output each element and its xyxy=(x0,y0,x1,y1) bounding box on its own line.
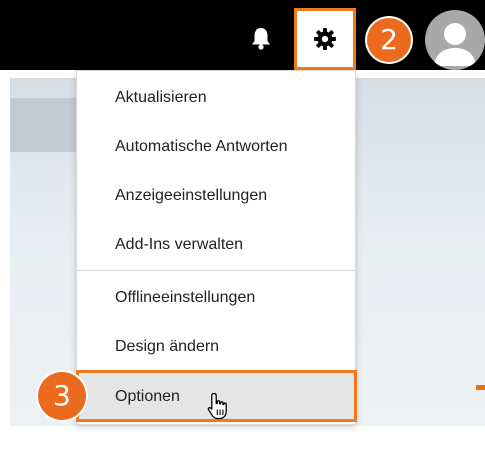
menu-item-automatische-antworten[interactable]: Automatische Antworten xyxy=(77,123,355,171)
menu-divider xyxy=(77,270,355,271)
menu-item-add-ins-verwalten[interactable]: Add-Ins verwalten xyxy=(77,221,355,269)
bell-icon[interactable] xyxy=(241,18,281,58)
step-badge-2: 2 xyxy=(367,18,411,62)
page-backdrop-shade xyxy=(10,98,76,152)
menu-item-design-aendern[interactable]: Design ändern xyxy=(77,323,355,371)
screenshot-frame: 2 Aktualisieren Automatische Antworten A… xyxy=(0,0,485,461)
user-silhouette-icon xyxy=(434,23,476,66)
settings-button[interactable] xyxy=(294,8,356,70)
top-bar: 2 xyxy=(0,0,485,70)
menu-item-offlineeinstellungen[interactable]: Offlineeinstellungen xyxy=(77,274,355,322)
menu-item-anzeigeeinstellungen[interactable]: Anzeigeeinstellungen xyxy=(77,172,355,220)
step-badge-3: 3 xyxy=(38,372,86,420)
menu-item-aktualisieren[interactable]: Aktualisieren xyxy=(77,74,355,122)
gear-icon xyxy=(314,28,336,50)
avatar[interactable] xyxy=(425,10,485,70)
hand-cursor-icon xyxy=(205,391,233,421)
backdrop-accent-line xyxy=(476,385,485,390)
